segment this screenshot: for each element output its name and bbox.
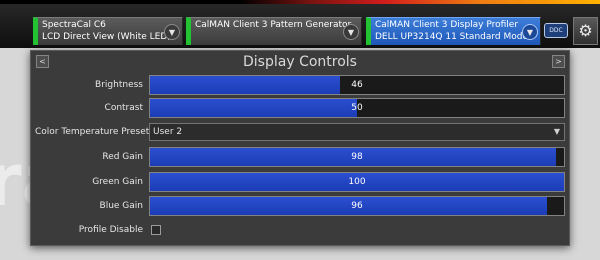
chevron-down-icon: ▼ xyxy=(553,127,560,136)
red-gain-label: Red Gain xyxy=(102,152,143,162)
blue-gain-label: Blue Gain xyxy=(99,201,143,211)
chevron-down-icon[interactable]: ▼ xyxy=(164,24,180,40)
source-tab-meter[interactable]: SpectraCal C6 LCD Direct View (White LED… xyxy=(33,17,183,45)
source-tab-pattern-generator-title: CalMAN Client 3 Pattern Generator xyxy=(195,20,352,30)
source-tab-meter-title: SpectraCal C6 xyxy=(42,20,106,30)
green-gain-value: 100 xyxy=(348,177,366,187)
blue-gain-value: 96 xyxy=(351,201,363,211)
ddc-badge[interactable]: DDC xyxy=(544,23,568,38)
profile-disable-label: Profile Disable xyxy=(78,225,143,235)
color-temperature-select[interactable]: User 2 ▼ xyxy=(149,123,565,141)
color-temperature-label: Color Temperature Preset xyxy=(35,127,150,137)
red-gain-slider[interactable]: 98 xyxy=(149,147,565,167)
color-gradient-strip xyxy=(0,0,600,4)
profile-disable-checkbox[interactable] xyxy=(151,225,161,235)
display-controls-panel: < Display Controls > Brightness 46 Contr… xyxy=(30,50,570,246)
chevron-down-icon[interactable]: ▼ xyxy=(343,24,359,40)
red-gain-value: 98 xyxy=(351,152,363,162)
next-page-button[interactable]: > xyxy=(552,55,565,68)
source-tab-pattern-generator[interactable]: CalMAN Client 3 Pattern Generator ▼ xyxy=(186,17,362,45)
source-tab-meter-subtitle: LCD Direct View (White LED) xyxy=(42,32,171,42)
blue-gain-slider[interactable]: 96 xyxy=(149,196,565,216)
chevron-down-icon[interactable]: ▼ xyxy=(522,24,538,40)
profile-disable-row: Profile Disable xyxy=(31,219,569,241)
contrast-label: Contrast xyxy=(104,103,143,113)
green-gain-label: Green Gain xyxy=(92,177,143,187)
red-gain-row: Red Gain 98 xyxy=(31,146,569,168)
top-toolbar: SpectraCal C6 LCD Direct View (White LED… xyxy=(0,0,600,48)
source-tab-display-title: CalMAN Client 3 Display Profiler xyxy=(375,20,519,30)
brightness-slider[interactable]: 46 xyxy=(149,75,565,95)
brightness-row: Brightness 46 xyxy=(31,74,569,96)
brightness-label: Brightness xyxy=(95,80,143,90)
color-temperature-row: Color Temperature Preset User 2 ▼ xyxy=(31,121,569,143)
contrast-slider[interactable]: 50 xyxy=(149,98,565,118)
gear-icon[interactable]: ⚙ xyxy=(573,17,598,45)
source-tab-display[interactable]: CalMAN Client 3 Display Profiler DELL UP… xyxy=(366,17,541,45)
contrast-value: 50 xyxy=(351,103,363,113)
panel-header: < Display Controls > xyxy=(31,51,569,73)
green-gain-row: Green Gain 100 xyxy=(31,171,569,193)
color-temperature-selected-value: User 2 xyxy=(153,127,183,137)
contrast-row: Contrast 50 xyxy=(31,97,569,119)
blue-gain-row: Blue Gain 96 xyxy=(31,195,569,217)
brightness-value: 46 xyxy=(351,80,363,90)
panel-title: Display Controls xyxy=(243,54,357,70)
source-tab-display-subtitle: DELL UP3214Q 11 Standard Mode xyxy=(375,32,529,42)
green-gain-slider[interactable]: 100 xyxy=(149,172,565,192)
